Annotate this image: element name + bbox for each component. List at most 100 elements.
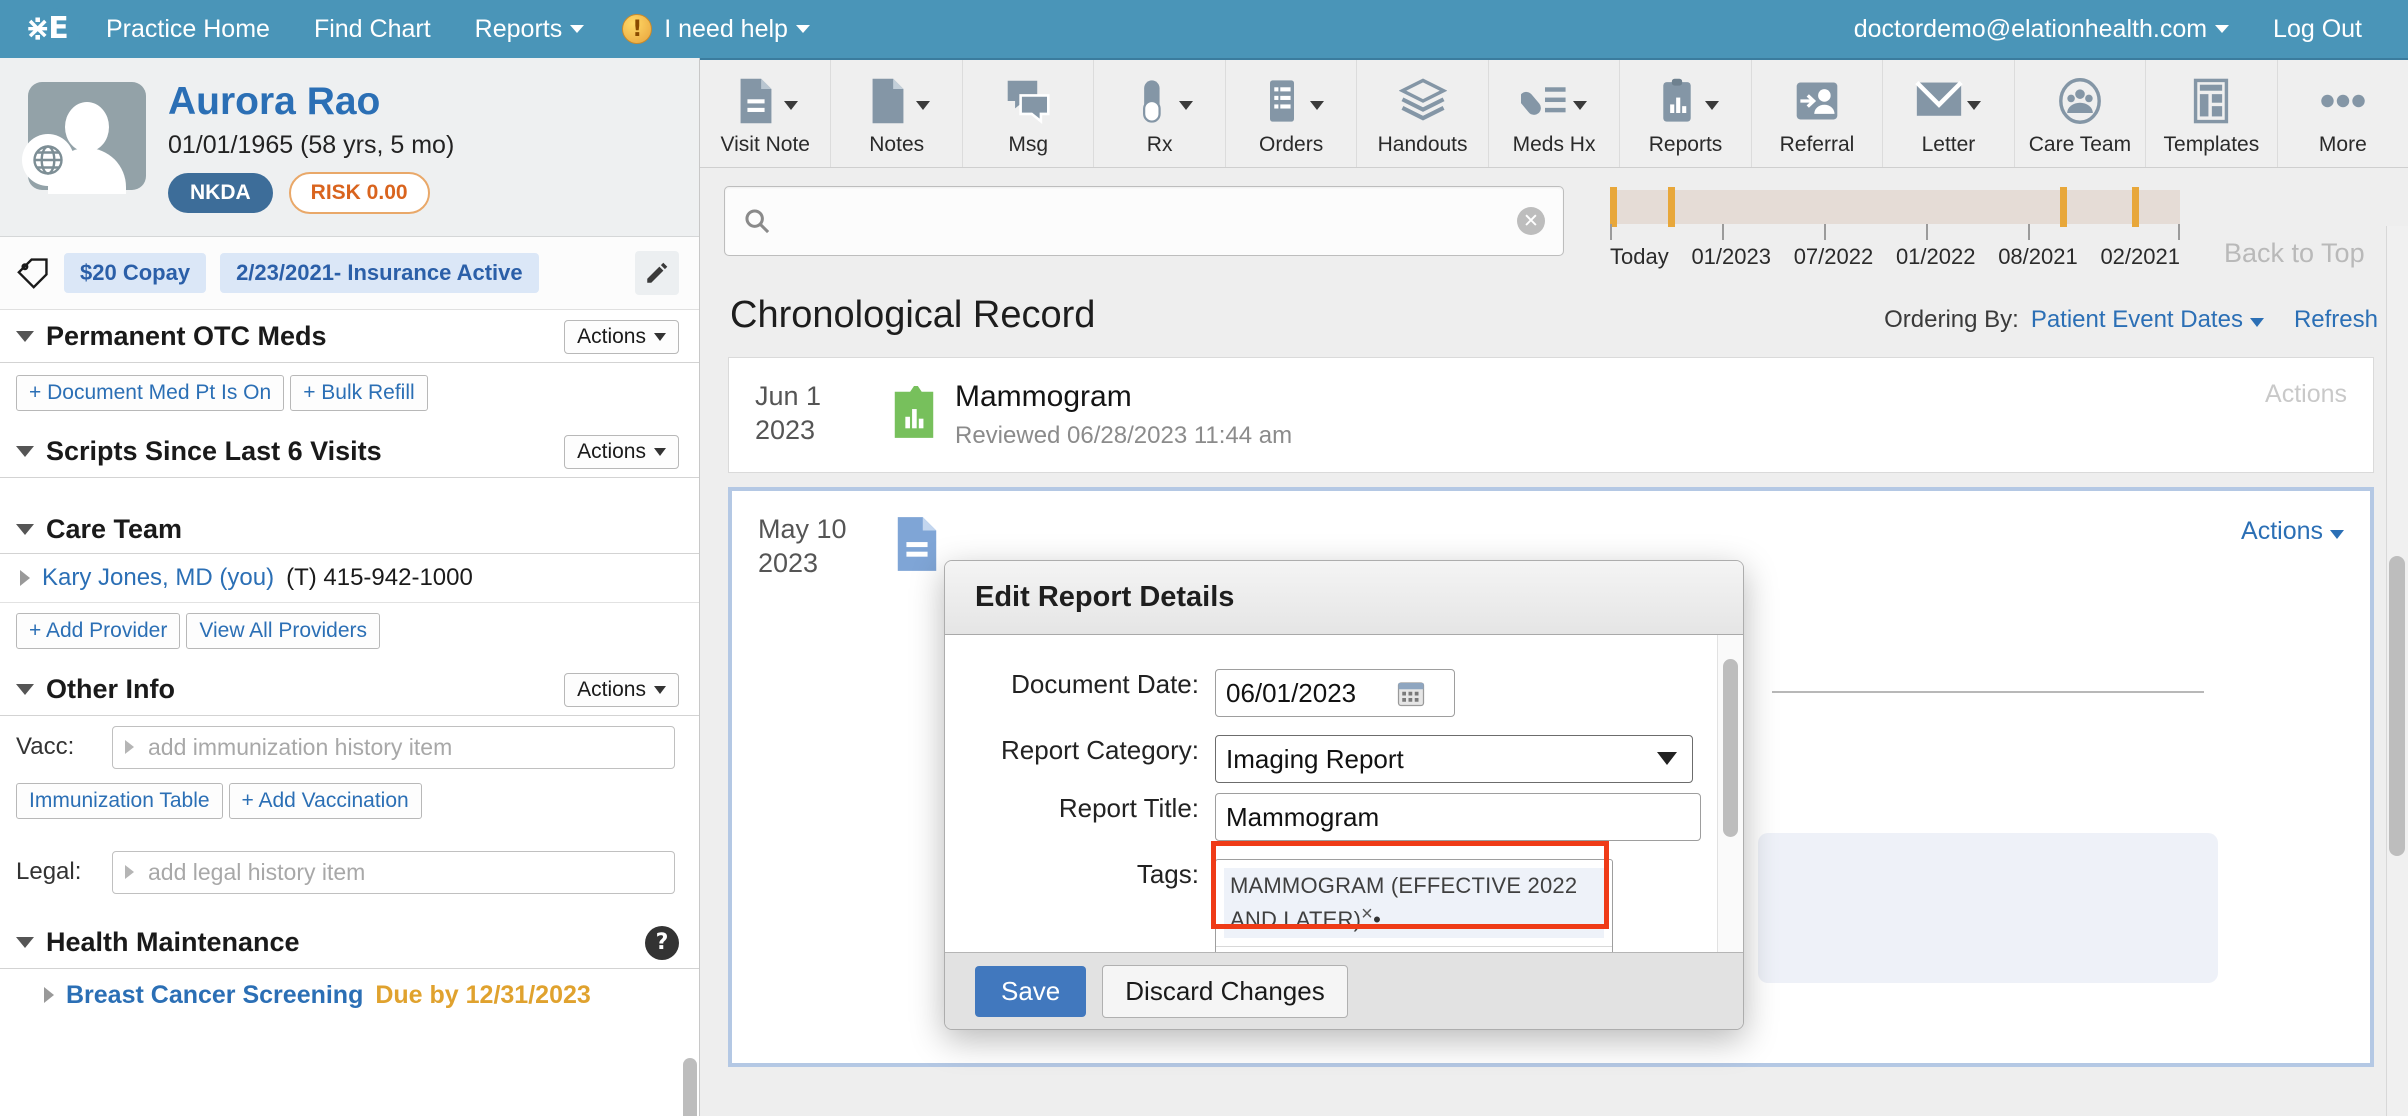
people-oval-icon: [2056, 77, 2104, 125]
toolbar-notes[interactable]: Notes: [831, 60, 962, 167]
section-permanent-otc-meds[interactable]: Permanent OTC Meds Actions: [0, 310, 699, 363]
section-care-team[interactable]: Care Team: [0, 504, 699, 554]
allergy-status-badge[interactable]: NKDA: [168, 173, 273, 213]
view-all-providers-button[interactable]: View All Providers: [186, 613, 380, 649]
record-actions-link[interactable]: Actions: [2265, 380, 2347, 450]
discard-changes-button[interactable]: Discard Changes: [1102, 965, 1347, 1018]
toolbar-visit-note[interactable]: Visit Note: [700, 60, 831, 167]
table-row[interactable]: Jun 1 2023 Mammogram Reviewed 06/28/2023…: [728, 357, 2374, 473]
tag-remove-x-icon[interactable]: ×: [1361, 903, 1373, 925]
save-button[interactable]: Save: [975, 966, 1086, 1017]
account-email-label: doctordemo@elationhealth.com: [1854, 15, 2207, 43]
main-scrollbar-track[interactable]: [2386, 226, 2408, 1116]
screening-due-date: Due by 12/31/2023: [375, 981, 590, 1010]
risk-score-badge[interactable]: RISK 0.00: [289, 172, 430, 214]
chevron-right-icon[interactable]: [20, 570, 30, 586]
back-to-top-link[interactable]: Back to Top: [2224, 186, 2365, 269]
chevron-down-icon[interactable]: [16, 446, 34, 457]
calendar-icon[interactable]: [1396, 678, 1426, 708]
ordering-by-dropdown[interactable]: Patient Event Dates: [2031, 306, 2264, 334]
tag-copay[interactable]: $20 Copay: [64, 253, 206, 293]
list-form-icon: [1258, 77, 1306, 125]
document-med-button[interactable]: + Document Med Pt Is On: [16, 375, 284, 411]
document-date-field[interactable]: [1215, 669, 1455, 717]
toolbar-label: Letter: [1922, 133, 1976, 157]
add-a-tag-input[interactable]: add a tag...: [1216, 946, 1612, 953]
chevron-right-icon[interactable]: [44, 987, 54, 1003]
app-logo[interactable]: ⋇E: [0, 0, 84, 58]
immunization-table-button[interactable]: Immunization Table: [16, 783, 223, 819]
toolbar-handouts[interactable]: Handouts: [1357, 60, 1488, 167]
chevron-down-icon[interactable]: [16, 937, 34, 948]
patient-name[interactable]: Aurora Rao: [168, 82, 454, 123]
nav-i-need-help[interactable]: ! I need help: [606, 0, 826, 58]
toolbar-more[interactable]: More: [2278, 60, 2408, 167]
patient-summary-card: Aurora Rao 01/01/1965 (58 yrs, 5 mo) NKD…: [0, 58, 699, 237]
dialog-scrollbar-track[interactable]: [1717, 635, 1743, 953]
record-title[interactable]: Mammogram: [955, 380, 1292, 414]
toolbar-templates[interactable]: Templates: [2146, 60, 2277, 167]
otc-meds-actions-button[interactable]: Actions: [564, 320, 679, 354]
dialog-scrollbar-thumb[interactable]: [1723, 659, 1738, 837]
toolbar-letter[interactable]: Letter: [1883, 60, 2014, 167]
nav-practice-home[interactable]: Practice Home: [84, 0, 292, 58]
timeline-bar[interactable]: [1610, 190, 2180, 224]
vacc-label: Vacc:: [16, 733, 102, 761]
toolbar-meds-hx[interactable]: Meds Hx: [1489, 60, 1620, 167]
breast-cancer-screening-link[interactable]: Breast Cancer Screening: [66, 981, 363, 1010]
clear-x-icon[interactable]: ✕: [1517, 207, 1545, 235]
patient-tag-row: $20 Copay 2/23/2021- Insurance Active: [0, 237, 699, 310]
toolbar-reports[interactable]: Reports: [1620, 60, 1751, 167]
edit-tags-button[interactable]: [635, 251, 679, 295]
chevron-down-icon[interactable]: [16, 684, 34, 695]
nav-find-chart[interactable]: Find Chart: [292, 0, 453, 58]
chevron-down-icon: [2215, 25, 2229, 33]
toolbar-referral[interactable]: Referral: [1752, 60, 1883, 167]
chevron-down-icon[interactable]: [16, 331, 34, 342]
main-scrollbar-thumb[interactable]: [2389, 556, 2405, 856]
section-title: Care Team: [46, 514, 182, 545]
bulk-refill-button[interactable]: + Bulk Refill: [290, 375, 427, 411]
tag-insurance[interactable]: 2/23/2021- Insurance Active: [220, 253, 539, 293]
chat-bubbles-icon: [1004, 77, 1052, 125]
vaccination-buttons: Immunization Table + Add Vaccination: [0, 777, 699, 823]
toolbar-rx[interactable]: Rx: [1094, 60, 1225, 167]
timeline-label: 01/2022: [1896, 244, 1976, 270]
ellipsis-icon: [2319, 77, 2367, 125]
search-input[interactable]: [771, 207, 1517, 235]
refresh-link[interactable]: Refresh: [2294, 306, 2378, 334]
nav-reports[interactable]: Reports: [453, 0, 607, 58]
toolbar-msg[interactable]: Msg: [963, 60, 1094, 167]
tag-chip[interactable]: MAMMOGRAM (EFFECTIVE 2022 AND LATER)×•: [1224, 868, 1604, 938]
toolbar-label: Orders: [1259, 133, 1323, 157]
record-date: May 10 2023: [758, 513, 876, 581]
section-other-info[interactable]: Other Info Actions: [0, 663, 699, 716]
record-timeline[interactable]: Today 01/2023 07/2022 01/2022 08/2021 02…: [1610, 186, 2180, 270]
sidebar-scrollbar-thumb[interactable]: [683, 1058, 697, 1116]
document-date-row: Document Date:: [945, 635, 1743, 717]
other-info-actions-button[interactable]: Actions: [564, 673, 679, 707]
report-category-select[interactable]: Imaging Report: [1215, 735, 1693, 783]
logout-button[interactable]: Log Out: [2251, 0, 2384, 58]
question-mark-icon[interactable]: ?: [645, 926, 679, 960]
toolbar-label: Templates: [2164, 133, 2260, 157]
toolbar-care-team[interactable]: Care Team: [2015, 60, 2146, 167]
tags-field[interactable]: MAMMOGRAM (EFFECTIVE 2022 AND LATER)×• a…: [1215, 859, 1613, 953]
section-scripts-since-last-6-visits[interactable]: Scripts Since Last 6 Visits Actions: [0, 425, 699, 478]
toolbar-orders[interactable]: Orders: [1226, 60, 1357, 167]
toolbar-label: More: [2319, 133, 2367, 157]
add-vaccination-button[interactable]: + Add Vaccination: [229, 783, 422, 819]
chevron-down-icon[interactable]: [16, 524, 34, 535]
account-menu[interactable]: doctordemo@elationhealth.com: [1832, 0, 2251, 58]
section-health-maintenance[interactable]: Health Maintenance ?: [0, 916, 699, 969]
legal-history-input[interactable]: add legal history item: [112, 851, 675, 894]
provider-name-link[interactable]: Kary Jones, MD (you): [42, 564, 274, 592]
document-date-input[interactable]: [1226, 678, 1388, 709]
immunization-input[interactable]: add immunization history item: [112, 726, 675, 769]
avatar: [28, 82, 146, 190]
search-box[interactable]: ✕: [724, 186, 1564, 256]
scripts-actions-button[interactable]: Actions: [564, 435, 679, 469]
add-provider-button[interactable]: + Add Provider: [16, 613, 180, 649]
record-actions-link[interactable]: Actions: [2241, 517, 2344, 546]
report-title-input[interactable]: [1215, 793, 1701, 841]
